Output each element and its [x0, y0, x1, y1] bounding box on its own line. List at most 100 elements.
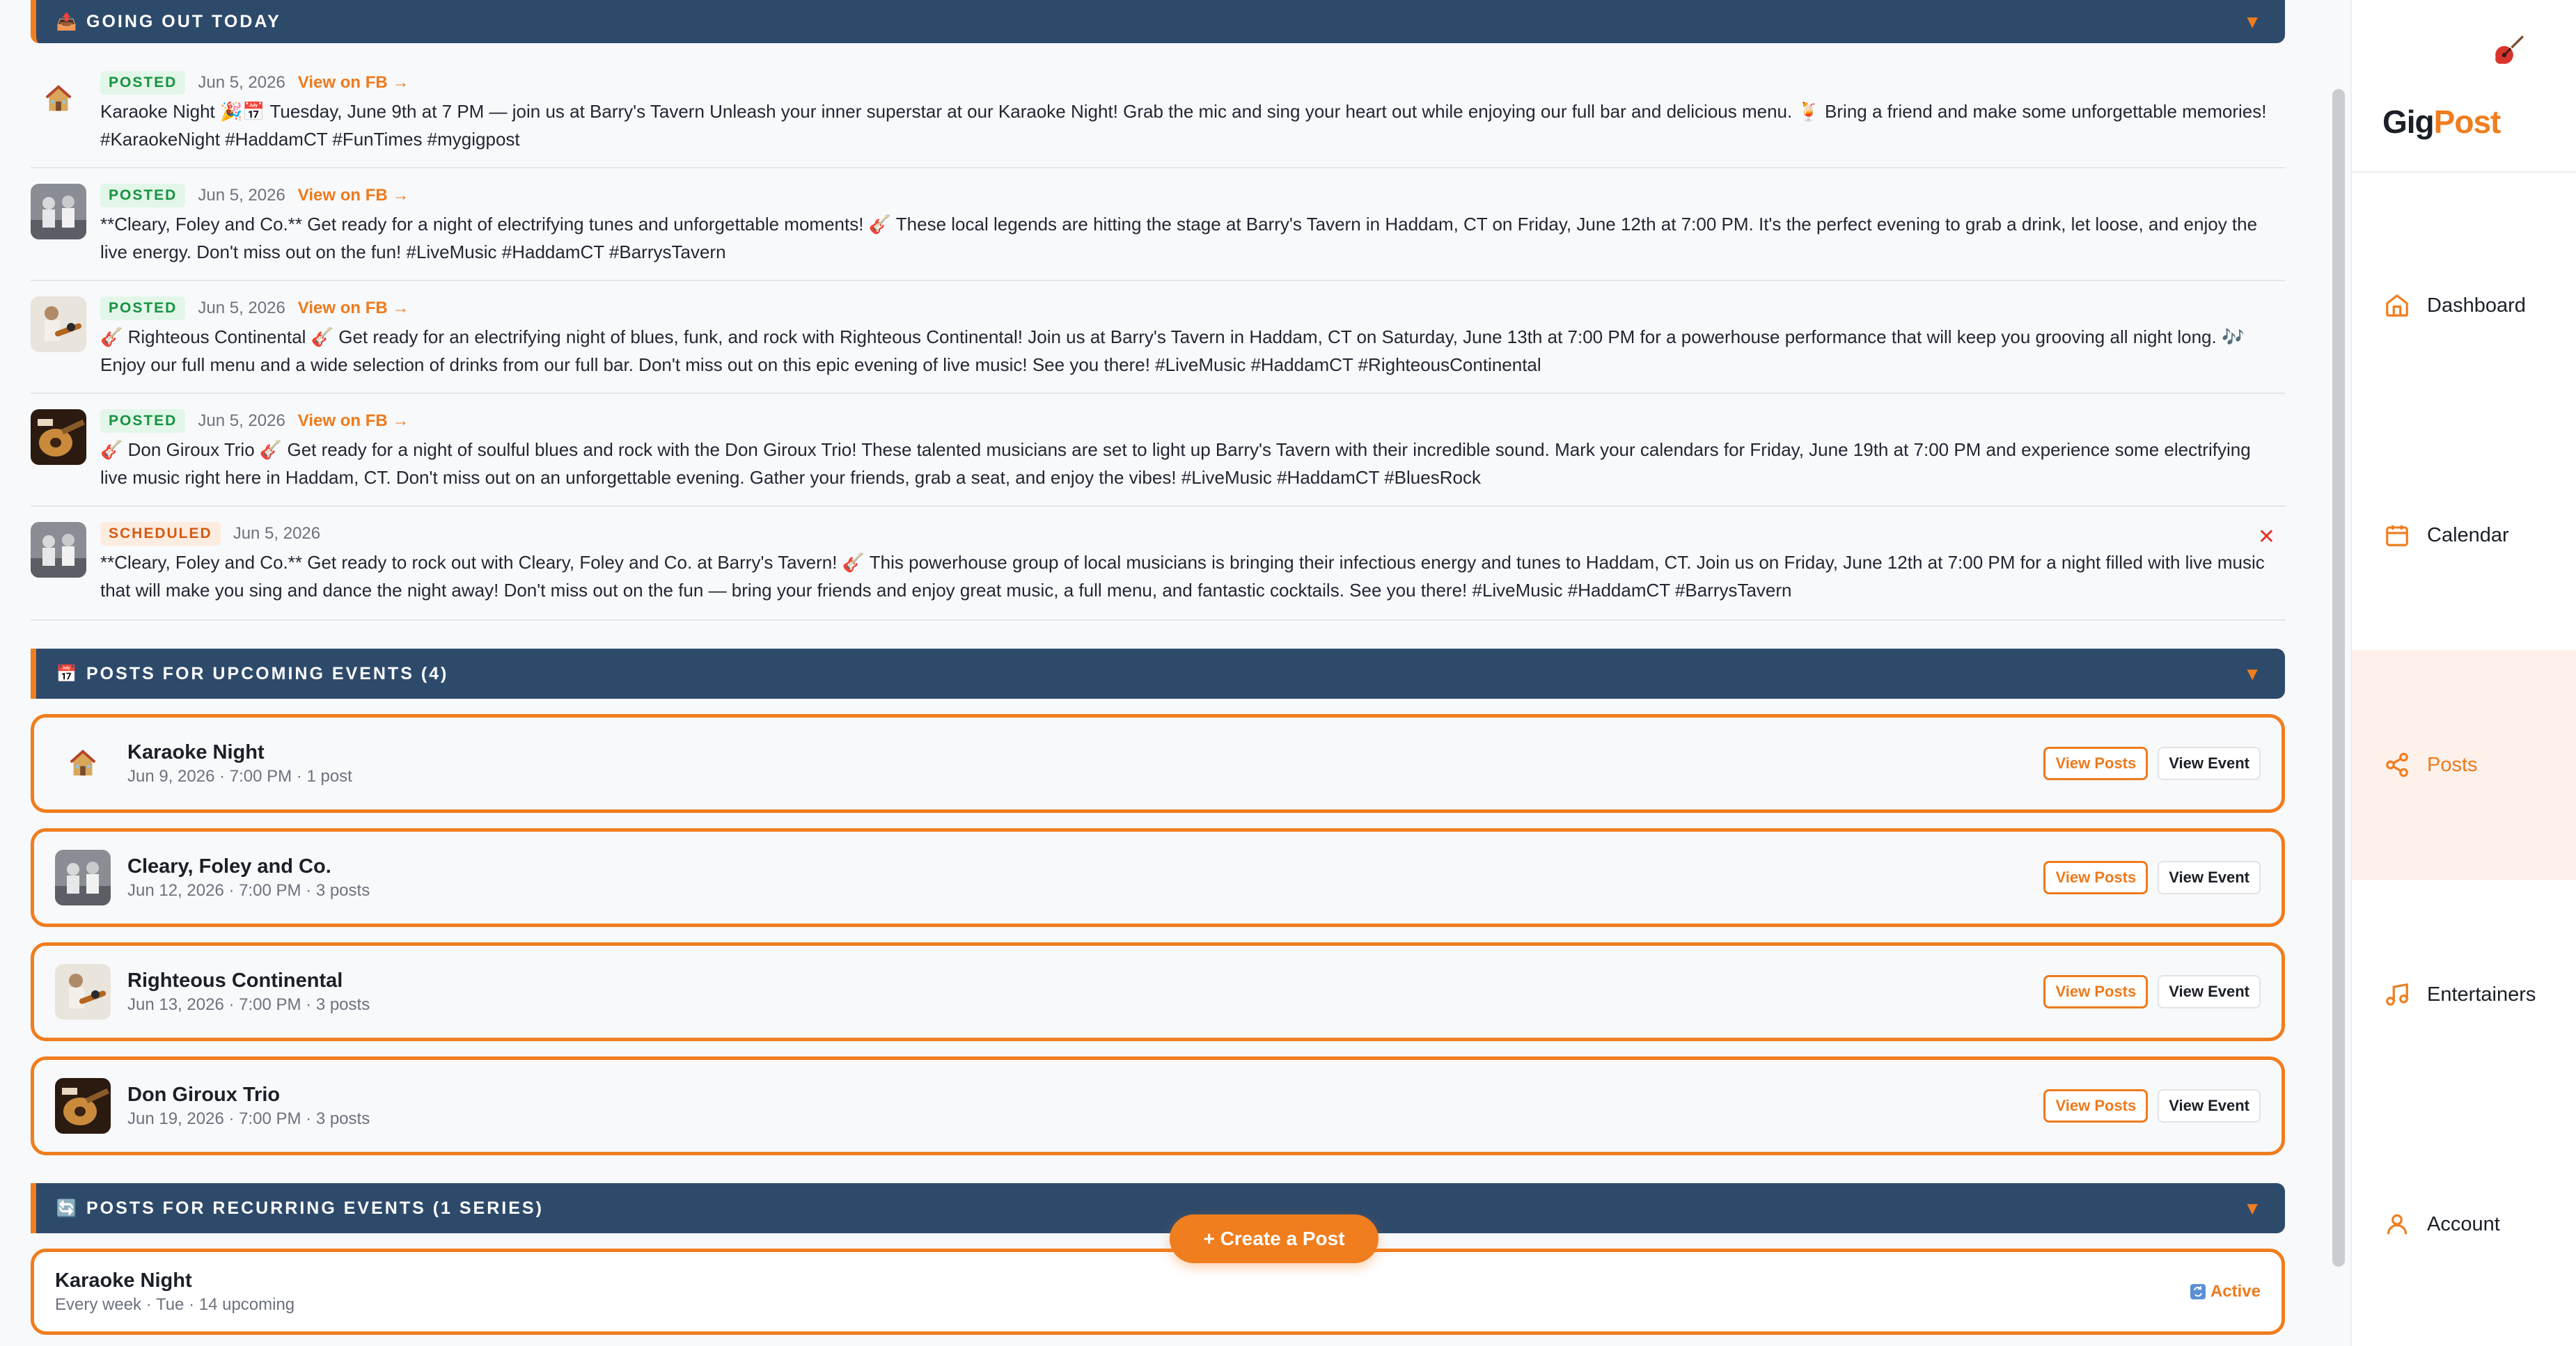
- view-on-fb-link[interactable]: View on FB →: [298, 299, 409, 318]
- post-meta: SCHEDULED Jun 5, 2026: [100, 522, 2285, 546]
- event-card: Karaoke Night Jun 9, 2026 · 7:00 PM · 1 …: [31, 714, 2285, 813]
- view-event-button[interactable]: View Event: [2158, 1089, 2261, 1123]
- event-details: Jun 9, 2026 · 7:00 PM · 1 post: [127, 766, 352, 786]
- view-event-button[interactable]: View Event: [2158, 975, 2261, 1008]
- calendar-icon: [2386, 525, 2408, 546]
- chevron-down-icon[interactable]: ▼: [2243, 1198, 2261, 1219]
- post-item: POSTED Jun 5, 2026 View on FB → 🎸 Righte…: [31, 281, 2285, 394]
- view-on-fb-link[interactable]: View on FB →: [298, 411, 409, 431]
- post-body: POSTED Jun 5, 2026 View on FB → 🎸 Righte…: [100, 296, 2285, 379]
- view-event-button[interactable]: View Event: [2158, 861, 2261, 894]
- post-text: **Cleary, Foley and Co.** Get ready for …: [100, 214, 2258, 262]
- section-header-upcoming-events[interactable]: 📅 POSTS FOR UPCOMING EVENTS (4) ▼: [31, 649, 2285, 699]
- post-date: Jun 5, 2026: [198, 411, 285, 430]
- post-meta: POSTED Jun 5, 2026 View on FB →: [100, 184, 2285, 207]
- view-posts-button[interactable]: View Posts: [2043, 861, 2149, 894]
- event-info: Righteous Continental Jun 13, 2026 · 7:0…: [127, 969, 2043, 1015]
- post-body: POSTED Jun 5, 2026 View on FB → **Cleary…: [100, 184, 2285, 266]
- post-text: Karaoke Night 🎉📅 Tuesday, June 9th at 7 …: [100, 101, 2267, 150]
- sidebar-item-entertainers[interactable]: Entertainers: [2352, 880, 2576, 1109]
- status-badge: POSTED: [100, 184, 186, 207]
- post-text: **Cleary, Foley and Co.** Get ready to r…: [100, 552, 2265, 601]
- view-posts-button[interactable]: View Posts: [2043, 975, 2149, 1008]
- house-icon: [31, 71, 86, 127]
- repeat-emoji-icon: 🔄: [56, 1198, 79, 1218]
- create-post-button[interactable]: + Create a Post: [1170, 1214, 1379, 1263]
- house-icon: [55, 736, 111, 791]
- sidebar-item-label: Account: [2427, 1212, 2500, 1235]
- view-event-button[interactable]: View Event: [2158, 747, 2261, 780]
- status-badge: POSTED: [100, 296, 186, 320]
- section-title: POSTS FOR UPCOMING EVENTS (4): [86, 663, 449, 683]
- event-info: Don Giroux Trio Jun 19, 2026 · 7:00 PM ·…: [127, 1084, 2043, 1129]
- event-details: Jun 13, 2026 · 7:00 PM · 3 posts: [127, 995, 370, 1014]
- home-icon: [2386, 294, 2408, 317]
- view-posts-button[interactable]: View Posts: [2043, 1089, 2149, 1123]
- event-name: Karaoke Night: [127, 741, 265, 763]
- post-date: Jun 5, 2026: [198, 73, 285, 92]
- calendar-emoji-icon: 📅: [56, 664, 79, 683]
- series-info: Karaoke Night Every week · Tue · 14 upco…: [55, 1269, 2190, 1315]
- post-item: SCHEDULED Jun 5, 2026 **Cleary, Foley an…: [31, 507, 2285, 621]
- chevron-down-icon[interactable]: ▼: [2243, 663, 2261, 685]
- event-name: Cleary, Foley and Co.: [127, 855, 331, 878]
- event-name: Don Giroux Trio: [127, 1083, 281, 1106]
- sidebar-item-label: Posts: [2427, 753, 2478, 776]
- post-text: 🎸 Righteous Continental 🎸 Get ready for …: [100, 326, 2245, 375]
- series-name: Karaoke Night: [55, 1269, 192, 1292]
- guitar-photo-avatar: [31, 409, 86, 465]
- guitar-photo-avatar: [55, 1078, 111, 1134]
- band-photo-avatar: [31, 184, 86, 239]
- view-posts-button[interactable]: View Posts: [2043, 747, 2149, 780]
- sidebar-item-dashboard[interactable]: Dashboard: [2352, 191, 2576, 420]
- post-body: POSTED Jun 5, 2026 View on FB → Karaoke …: [100, 71, 2285, 153]
- logo-text-gig: Gig: [2382, 104, 2435, 140]
- logo-text-post: Post: [2433, 104, 2502, 140]
- series-details: Every week · Tue · 14 upcoming: [55, 1294, 295, 1314]
- status-badge: POSTED: [100, 409, 186, 433]
- share-icon: [2386, 752, 2408, 777]
- post-item: POSTED Jun 5, 2026 View on FB → 🎸 Don Gi…: [31, 394, 2285, 507]
- event-details: Jun 19, 2026 · 7:00 PM · 3 posts: [127, 1109, 370, 1128]
- section-title: POSTS FOR RECURRING EVENTS (1 SERIES): [86, 1198, 544, 1218]
- sidebar-item-calendar[interactable]: Calendar: [2352, 420, 2576, 650]
- section-title: GOING OUT TODAY: [86, 11, 281, 31]
- guitarist-photo-avatar: [31, 296, 86, 352]
- user-icon: [2387, 1214, 2408, 1235]
- post-date: Jun 5, 2026: [198, 186, 285, 205]
- guitarist-photo-avatar: [55, 964, 111, 1020]
- post-meta: POSTED Jun 5, 2026 View on FB →: [100, 71, 2285, 95]
- main-content: 📤 GOING OUT TODAY ▼ POSTED Jun 5, 2026 V…: [0, 0, 2318, 1346]
- event-name: Righteous Continental: [127, 969, 343, 992]
- view-on-fb-link[interactable]: View on FB →: [298, 186, 409, 205]
- guitar-icon: [2490, 31, 2529, 70]
- event-card: Righteous Continental Jun 13, 2026 · 7:0…: [31, 942, 2285, 1041]
- post-date: Jun 5, 2026: [198, 299, 285, 317]
- event-details: Jun 12, 2026 · 7:00 PM · 3 posts: [127, 880, 370, 900]
- section-header-going-out-today[interactable]: 📤 GOING OUT TODAY ▼: [31, 0, 2285, 43]
- section-header-recurring-events[interactable]: 🔄 POSTS FOR RECURRING EVENTS (1 SERIES) …: [31, 1183, 2285, 1233]
- sidebar-divider: [2352, 171, 2576, 173]
- band-photo-avatar: [31, 522, 86, 578]
- sidebar: GigPost Dashboard Calendar Posts Enterta…: [2350, 0, 2576, 1346]
- sidebar-item-label: Entertainers: [2427, 983, 2536, 1006]
- chevron-down-icon[interactable]: ▼: [2243, 11, 2261, 33]
- post-body: POSTED Jun 5, 2026 View on FB → 🎸 Don Gi…: [100, 409, 2285, 491]
- event-info: Cleary, Foley and Co. Jun 12, 2026 · 7:0…: [127, 855, 2043, 901]
- series-status-label: Active: [2210, 1282, 2261, 1301]
- post-meta: POSTED Jun 5, 2026 View on FB →: [100, 296, 2285, 320]
- scrollbar-thumb[interactable]: [2332, 89, 2345, 1267]
- view-on-fb-link[interactable]: View on FB →: [298, 73, 409, 93]
- post-text: 🎸 Don Giroux Trio 🎸 Get ready for a nigh…: [100, 439, 2251, 488]
- sidebar-item-posts[interactable]: Posts: [2352, 650, 2576, 880]
- status-badge: SCHEDULED: [100, 522, 221, 546]
- status-badge: POSTED: [100, 71, 186, 95]
- sidebar-item-label: Dashboard: [2427, 294, 2526, 317]
- cancel-post-icon[interactable]: ✕: [2258, 525, 2275, 549]
- recurring-series-card[interactable]: Karaoke Night Every week · Tue · 14 upco…: [31, 1249, 2285, 1335]
- post-date: Jun 5, 2026: [233, 524, 321, 543]
- post-list: POSTED Jun 5, 2026 View on FB → Karaoke …: [31, 56, 2285, 621]
- app-logo[interactable]: GigPost: [2382, 103, 2502, 141]
- post-item: POSTED Jun 5, 2026 View on FB → Karaoke …: [31, 56, 2285, 168]
- sidebar-item-account[interactable]: Account: [2352, 1109, 2576, 1339]
